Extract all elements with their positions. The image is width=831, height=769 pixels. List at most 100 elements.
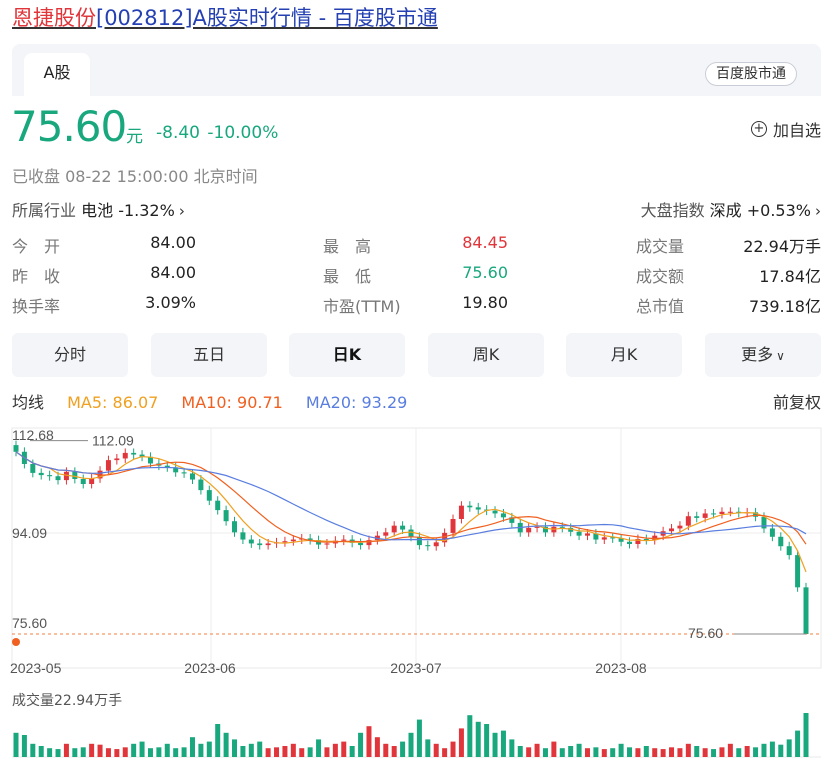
volume-bar: [299, 748, 305, 757]
volume-bar: [484, 724, 490, 757]
prev-close-value: 84.00: [150, 263, 196, 282]
candle-body: [38, 472, 44, 476]
volume-bar: [324, 747, 330, 757]
max-annotation: 112.09: [92, 433, 134, 449]
tab-more[interactable]: 更多 ∨: [705, 333, 821, 377]
adjustment-toggle[interactable]: 前复权: [773, 389, 821, 413]
volume-bar: [274, 747, 280, 757]
candle-body: [769, 528, 775, 537]
volume-bar: [778, 744, 784, 757]
x-axis-label: 2023-08: [595, 660, 647, 676]
pe-label: 市盈(TTM): [323, 297, 401, 316]
candle-body: [475, 507, 481, 510]
tab-daily-k[interactable]: 日K: [289, 333, 405, 377]
low-label: 最 低: [323, 267, 372, 286]
candle-body: [400, 525, 406, 530]
candle-body: [290, 539, 296, 542]
candle-body: [727, 511, 733, 513]
tab-weekly-k[interactable]: 周K: [428, 333, 544, 377]
candle-body: [265, 543, 271, 546]
volume-bar: [316, 739, 322, 757]
volume-bar: [38, 746, 44, 757]
volume-bar: [736, 748, 742, 757]
volume-bar: [534, 743, 540, 757]
candle-body: [627, 541, 633, 544]
volume-bar: [89, 743, 95, 757]
candle-body: [282, 541, 288, 543]
volume-bar: [786, 739, 792, 757]
volume-bar: [475, 721, 481, 757]
kline-chart[interactable]: 112.09 75.60 112.68 94.09 75.60 2023-05 2023-0…: [0, 418, 831, 769]
candle-body: [500, 513, 506, 518]
tab-five-day[interactable]: 五日: [151, 333, 267, 377]
volume-bar: [627, 747, 633, 757]
volume-bar: [240, 746, 246, 757]
candle-body: [669, 528, 675, 532]
volume-bar: [13, 732, 19, 757]
volume-bar: [425, 739, 431, 757]
market-value: 深成 +0.53%: [709, 201, 811, 220]
volume-bar: [416, 719, 422, 757]
candle-body: [719, 511, 725, 514]
tab-a-share[interactable]: A股: [24, 53, 90, 96]
tab-minute[interactable]: 分时: [12, 333, 128, 377]
last-price-dot: [12, 638, 20, 646]
volume-bar: [601, 749, 607, 757]
volume-bar: [433, 743, 439, 757]
candle-body: [198, 479, 204, 491]
candle-body: [643, 539, 649, 541]
candle-body: [358, 542, 364, 546]
candle-body: [526, 527, 532, 533]
ma5-value: MA5: 86.07: [67, 393, 159, 412]
chevron-right-icon: ›: [178, 202, 185, 220]
candle-body: [534, 526, 540, 528]
volume-bar: [139, 741, 145, 757]
page-title-link[interactable]: 恩捷股份[002812]A股实时行情 - 百度股市通: [12, 4, 438, 32]
candle-body: [467, 505, 473, 508]
candle-body: [492, 510, 498, 514]
candle-body: [601, 537, 607, 540]
industry-link[interactable]: 所属行业 电池 -1.32% ›: [12, 197, 185, 221]
candle-body: [13, 445, 19, 452]
candle-body: [215, 500, 221, 511]
market-index-link[interactable]: 大盘指数 深成 +0.53% ›: [641, 197, 821, 221]
pe-value: 19.80: [462, 293, 508, 312]
tab-monthly-k[interactable]: 月K: [566, 333, 682, 377]
candle-body: [47, 475, 53, 477]
candle-body: [803, 587, 809, 634]
current-price: 75.60: [11, 102, 127, 151]
volume-bar: [719, 747, 725, 757]
market-cap-label: 总市值: [636, 297, 685, 316]
candle-body: [408, 529, 414, 537]
chevron-right-icon: ›: [815, 202, 821, 220]
volume-bar: [131, 743, 137, 757]
add-watchlist-button[interactable]: + 加自选: [750, 117, 821, 141]
volume-bar: [542, 748, 548, 757]
volume-bar: [803, 713, 809, 757]
volume-bar: [685, 743, 691, 757]
volume-bar: [610, 748, 616, 757]
candle-body: [677, 525, 683, 529]
x-axis-label: 2023-05: [10, 660, 62, 676]
ma20-value: MA20: 93.29: [305, 393, 408, 412]
volume-bar: [492, 732, 498, 757]
volume-bar: [383, 743, 389, 757]
y-axis-label: 94.09: [12, 525, 47, 541]
volume-bar: [63, 743, 69, 757]
volume-value: 22.94万手: [743, 237, 821, 256]
candle-body: [425, 545, 431, 547]
volume-bar: [408, 732, 414, 757]
volume-bar: [307, 747, 313, 757]
volume-bar: [526, 747, 532, 757]
source-badge[interactable]: 百度股市通: [705, 62, 797, 86]
candle-body: [80, 479, 86, 484]
volume-bar: [147, 748, 153, 757]
volume-bar: [282, 746, 288, 757]
volume-bar: [711, 749, 717, 757]
currency-unit: 元: [126, 127, 143, 147]
candle-body: [391, 525, 397, 533]
candle-body: [416, 536, 422, 546]
volume-bar: [509, 739, 515, 757]
market-tab-bar: A股 百度股市通: [12, 44, 821, 96]
volume-bar: [727, 743, 733, 757]
